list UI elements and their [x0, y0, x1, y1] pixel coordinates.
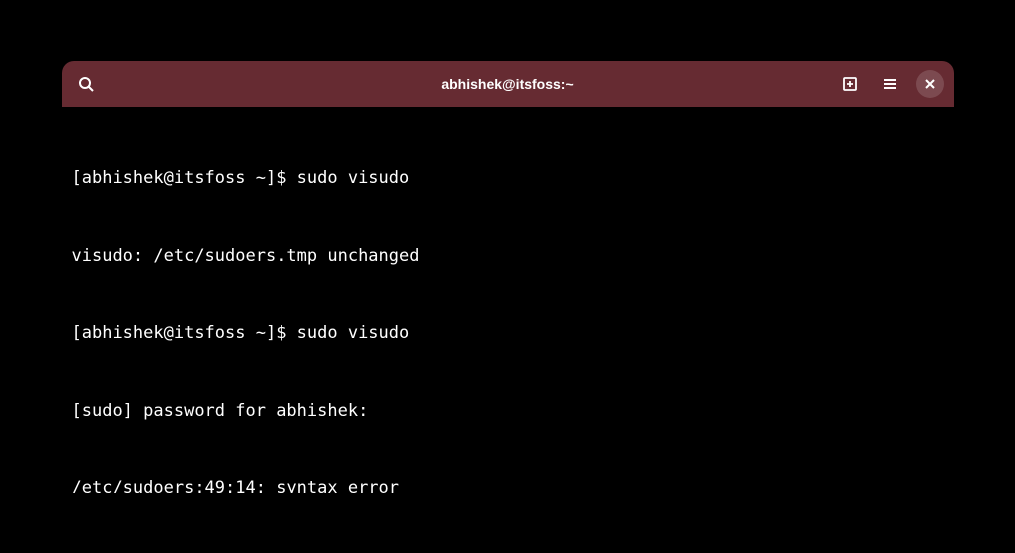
search-icon[interactable]	[72, 70, 100, 98]
terminal-line: [abhishek@itsfoss ~]$ sudo visudo	[72, 321, 944, 347]
terminal-window: abhishek@itsfoss:~	[62, 61, 954, 493]
terminal-line: [abhishek@itsfoss ~]$ sudo visudo	[72, 166, 944, 192]
terminal-body[interactable]: [abhishek@itsfoss ~]$ sudo visudo visudo…	[62, 107, 954, 493]
titlebar: abhishek@itsfoss:~	[62, 61, 954, 107]
terminal-line: visudo: /etc/sudoers.tmp unchanged	[72, 244, 944, 270]
terminal-line: [sudo] password for abhishek:	[72, 399, 944, 425]
terminal-line: /etc/sudoers:49:14: syntax error	[72, 476, 944, 492]
new-tab-icon[interactable]	[836, 70, 864, 98]
hamburger-icon[interactable]	[876, 70, 904, 98]
close-icon[interactable]	[916, 70, 944, 98]
window-title: abhishek@itsfoss:~	[441, 76, 573, 92]
